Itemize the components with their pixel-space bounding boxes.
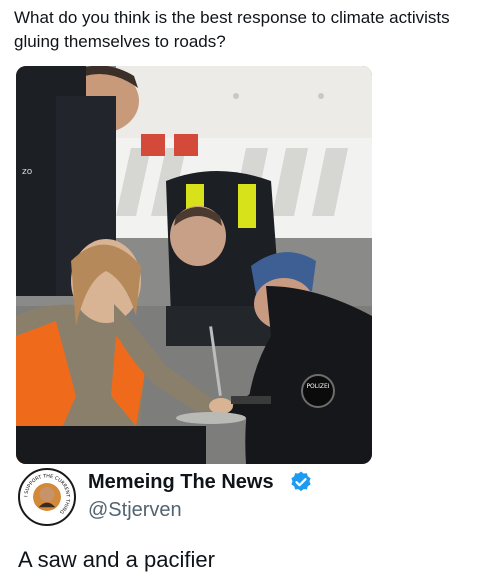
post-photo[interactable]: POLIZEI zo [16, 66, 372, 464]
officer-vest-text: zo [22, 167, 33, 177]
avatar[interactable]: I SUPPORT THE CURRENT THING [18, 468, 76, 526]
reply-text: A saw and a pacifier [18, 547, 215, 572]
author-row[interactable]: I SUPPORT THE CURRENT THING Memeing The … [14, 462, 490, 528]
photo-illustration: POLIZEI zo [16, 66, 372, 464]
police-badge-text: POLIZEI [306, 383, 329, 390]
verified-badge-icon [289, 470, 313, 494]
author-display-name[interactable]: Memeing The News [88, 470, 274, 494]
post-question: What do you think is the best response t… [14, 8, 450, 51]
author-handle[interactable]: @Stjerven [88, 498, 182, 522]
